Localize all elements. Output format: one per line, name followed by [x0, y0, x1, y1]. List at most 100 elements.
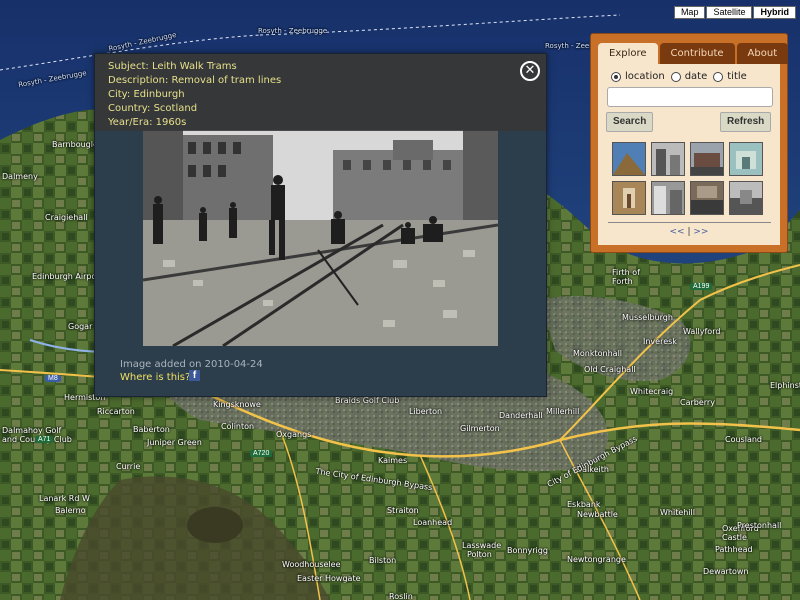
road-badge: M8: [45, 375, 61, 382]
place-label: Whitecraig: [630, 387, 674, 396]
tab-explore[interactable]: Explore: [598, 43, 658, 64]
radio-location-dot[interactable]: [611, 71, 621, 82]
place-label: Roslin: [389, 592, 413, 600]
country-label: Country:: [108, 103, 151, 114]
pager-prev-button[interactable]: <<: [670, 227, 685, 237]
map-type-map-button[interactable]: Map: [673, 6, 706, 19]
place-label: Elphinstone: [770, 381, 800, 390]
place-label: Kingsknowe: [213, 400, 261, 409]
search-input[interactable]: [607, 87, 773, 107]
pager-next-button[interactable]: >>: [693, 227, 708, 237]
place-label: Riccarton: [97, 407, 135, 416]
photo-thumbnail[interactable]: [651, 142, 685, 176]
place-label: Baberton: [133, 425, 170, 434]
radio-date-dot[interactable]: [670, 71, 681, 82]
description-label: Description:: [108, 75, 169, 86]
place-label: Inveresk: [643, 337, 677, 346]
photo-thumbnail[interactable]: [690, 142, 724, 176]
place-label: Kaimes: [378, 456, 408, 465]
map-type-toggle: Map Satellite Hybrid: [673, 6, 796, 19]
place-label: Prestonhall: [737, 521, 782, 530]
place-label: Danderhall: [499, 411, 543, 420]
place-label: Musselburgh: [622, 313, 673, 322]
place-label: Newbattle: [577, 510, 618, 519]
place-label: Old Craighall: [584, 365, 636, 374]
place-label: Gilmerton: [460, 424, 500, 433]
photo-thumbnail[interactable]: [612, 181, 646, 215]
radio-location-label: location: [625, 71, 665, 82]
place-label: Bonnyrigg: [507, 546, 548, 555]
place-label: Colinton: [221, 422, 255, 431]
thumbnail-pager: << | >>: [598, 227, 780, 237]
year-label: Year/Era:: [108, 117, 153, 128]
place-label: Braids Golf Club: [335, 396, 400, 405]
photo-thumbnail[interactable]: [612, 142, 646, 176]
place-label: Dewartown: [703, 567, 749, 576]
year-value: 1960s: [155, 117, 187, 128]
map-type-hybrid-button[interactable]: Hybrid: [753, 6, 796, 19]
place-label: Firth of Forth: [612, 268, 640, 286]
place-label: Bilston: [369, 556, 397, 565]
tab-about[interactable]: About: [736, 43, 789, 64]
map-type-satellite-button[interactable]: Satellite: [706, 6, 753, 19]
radio-location[interactable]: location: [611, 71, 665, 82]
country-line: Country: Scotland: [108, 103, 197, 114]
place-label: Dalmeny: [2, 172, 38, 181]
place-label: Cousland: [725, 435, 762, 444]
place-label: Craigiehall: [45, 213, 88, 222]
description-value: Removal of tram lines: [171, 75, 282, 86]
subject-label: Subject:: [108, 61, 149, 72]
radio-title-label: title: [727, 71, 747, 82]
close-icon[interactable]: ✕: [520, 61, 540, 81]
city-value: Edinburgh: [133, 89, 185, 100]
photo-thumbnails: [612, 142, 763, 215]
search-type-radios: location date title: [611, 71, 753, 82]
description-line: Description: Removal of tram lines: [108, 75, 281, 86]
search-button[interactable]: Search: [606, 112, 654, 132]
place-label: Carberry: [680, 398, 715, 407]
place-label: Lasswade: [462, 541, 502, 550]
radio-title-dot[interactable]: [713, 71, 724, 82]
place-label: Pathhead: [715, 545, 753, 554]
facebook-icon[interactable]: f: [189, 370, 200, 381]
ferry-route-label: Rosyth - Zeebrugge: [258, 27, 328, 35]
place-label: Polton: [467, 550, 492, 559]
place-label: Easter Howgate: [297, 574, 361, 583]
photo-thumbnail[interactable]: [729, 181, 763, 215]
pager-separator: |: [687, 227, 691, 237]
city-line: City: Edinburgh: [108, 89, 185, 100]
place-label: Gogar: [68, 322, 93, 331]
place-label: Monktonhall: [573, 349, 623, 358]
place-label: Currie: [116, 462, 141, 471]
radio-date[interactable]: date: [670, 71, 708, 82]
explore-panel: location date title Search Refresh << | …: [598, 64, 780, 245]
street-label: Lanark Rd W: [39, 494, 90, 503]
place-label: Liberton: [409, 407, 443, 416]
radio-title[interactable]: title: [713, 71, 747, 82]
place-label: Loanhead: [413, 518, 453, 527]
road-badge: A71: [35, 436, 54, 443]
photo-thumbnail[interactable]: [690, 181, 724, 215]
pager-divider: [608, 222, 771, 223]
where-is-this-link[interactable]: Where is this?: [120, 372, 190, 383]
place-label: Eskbank: [567, 500, 601, 509]
radio-date-label: date: [684, 71, 708, 82]
photo-thumbnail[interactable]: [651, 181, 685, 215]
image-added-date: Image added on 2010-04-24: [120, 359, 263, 370]
refresh-button[interactable]: Refresh: [720, 112, 772, 132]
place-label: Edinburgh Airport: [32, 272, 103, 281]
place-label: Woodhouselee: [282, 560, 341, 569]
place-label: Balerno: [55, 506, 86, 515]
city-label: City:: [108, 89, 131, 100]
place-label: Oxgangs: [276, 430, 312, 439]
place-label: Newtongrange: [567, 555, 626, 564]
photo-info-window: Subject: Leith Walk Trams Description: R…: [94, 53, 547, 397]
place-label: Straiton: [387, 506, 419, 515]
historic-photo[interactable]: [143, 130, 498, 346]
photo-thumbnail[interactable]: [729, 142, 763, 176]
road-badge: A199: [690, 283, 713, 290]
tab-contribute[interactable]: Contribute: [659, 43, 735, 64]
place-label: Millerhill: [546, 407, 580, 416]
subject-value: Leith Walk Trams: [151, 61, 237, 72]
road-badge: A720: [250, 450, 273, 457]
